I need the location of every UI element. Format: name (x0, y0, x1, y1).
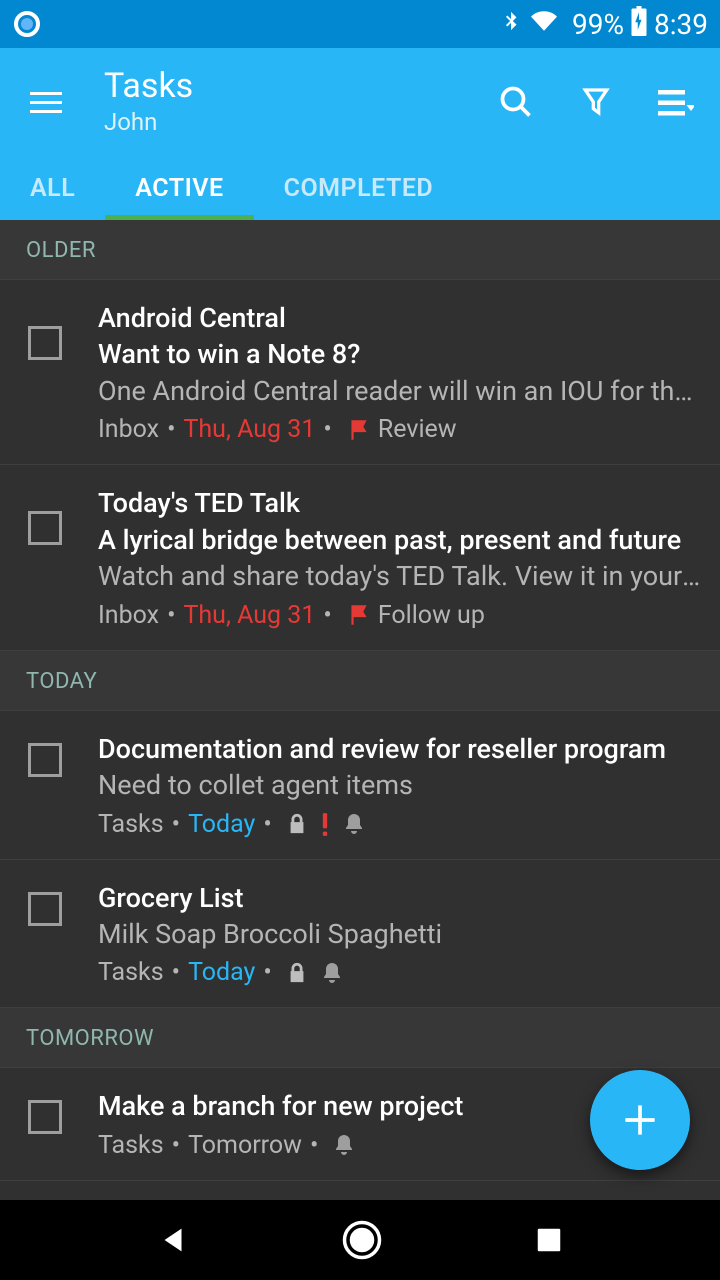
filter-button[interactable] (580, 84, 612, 120)
task-due: Thu, Aug 31 (184, 601, 316, 630)
task-meta: Inbox •Thu, Aug 31 • Follow up (98, 601, 704, 630)
task-title: Grocery List (98, 880, 704, 916)
page-subtitle: John (104, 108, 193, 136)
task-checkbox[interactable] (28, 892, 62, 926)
tab-completed[interactable]: COMPLETED (254, 156, 464, 220)
task-folder: Inbox (98, 601, 159, 630)
task-checkbox[interactable] (28, 1100, 62, 1134)
back-button[interactable] (156, 1223, 190, 1257)
task-folder: Tasks (98, 1131, 164, 1160)
task-checkbox[interactable] (28, 326, 62, 360)
task-title: Android Central (98, 300, 704, 336)
system-nav-bar (0, 1200, 720, 1280)
section-header: TOMORROW (0, 1008, 720, 1068)
task-checkbox[interactable] (28, 743, 62, 777)
task-subtitle: A lyrical bridge between past, present a… (98, 522, 704, 558)
recents-button[interactable] (534, 1225, 564, 1255)
task-due: Tomorrow (188, 1131, 302, 1160)
task-folder: Tasks (98, 810, 164, 839)
clock: 8:39 (654, 8, 708, 41)
task-subtitle: Want to win a Note 8? (98, 336, 704, 372)
search-button[interactable] (498, 84, 534, 120)
task-tag: Follow up (378, 601, 485, 630)
reminder-icon (342, 811, 366, 837)
home-button[interactable] (341, 1219, 383, 1261)
section-header: TODAY (0, 651, 720, 711)
page-title: Tasks (104, 68, 193, 105)
battery-percent: 99% (572, 8, 624, 41)
tab-active[interactable]: ACTIVE (105, 156, 253, 220)
reminder-icon (320, 960, 344, 986)
task-preview: Need to collet agent items (98, 767, 704, 803)
tab-all[interactable]: ALL (0, 156, 105, 220)
task-row[interactable]: Today's TED TalkA lyrical bridge between… (0, 465, 720, 650)
task-preview: Milk Soap Broccoli Spaghetti (98, 916, 704, 952)
add-task-button[interactable] (590, 1070, 690, 1170)
battery-icon (630, 6, 648, 43)
app-indicator-icon (14, 11, 40, 37)
tabs: ALLACTIVECOMPLETED (0, 156, 720, 220)
flag-icon (346, 602, 372, 628)
priority-icon (320, 811, 330, 837)
task-meta: Tasks •Today • (98, 810, 704, 839)
status-bar: 99% 8:39 (0, 0, 720, 48)
task-list[interactable]: OLDERAndroid CentralWant to win a Note 8… (0, 220, 720, 1200)
section-header: OLDER (0, 220, 720, 280)
lock-icon (286, 960, 308, 986)
task-preview: One Android Central reader will win an I… (98, 373, 704, 409)
task-due: Thu, Aug 31 (184, 415, 316, 444)
task-folder: Inbox (98, 415, 159, 444)
task-title: Today's TED Talk (98, 485, 704, 521)
task-checkbox[interactable] (28, 511, 62, 545)
task-meta: Inbox •Thu, Aug 31 • Review (98, 415, 704, 444)
task-meta: Tasks •Today • (98, 958, 704, 987)
task-preview: Watch and share today's TED Talk. View i… (98, 558, 704, 594)
task-folder: Tasks (98, 958, 164, 987)
task-due: Today (188, 810, 255, 839)
app-bar: Tasks John ALLACTIVECOMPLETED (0, 48, 720, 220)
task-due: Today (188, 958, 255, 987)
task-row[interactable]: Grocery ListMilk Soap Broccoli Spaghetti… (0, 860, 720, 1009)
wifi-icon (528, 8, 560, 41)
lock-icon (286, 811, 308, 837)
task-title: Documentation and review for reseller pr… (98, 731, 704, 767)
bluetooth-icon (500, 6, 522, 43)
task-row[interactable]: Android CentralWant to win a Note 8?One … (0, 280, 720, 465)
flag-icon (346, 417, 372, 443)
menu-button[interactable] (22, 84, 70, 121)
sort-button[interactable] (658, 87, 694, 117)
task-row[interactable]: Documentation and review for reseller pr… (0, 711, 720, 860)
reminder-icon (332, 1132, 356, 1158)
task-tag: Review (378, 415, 457, 444)
